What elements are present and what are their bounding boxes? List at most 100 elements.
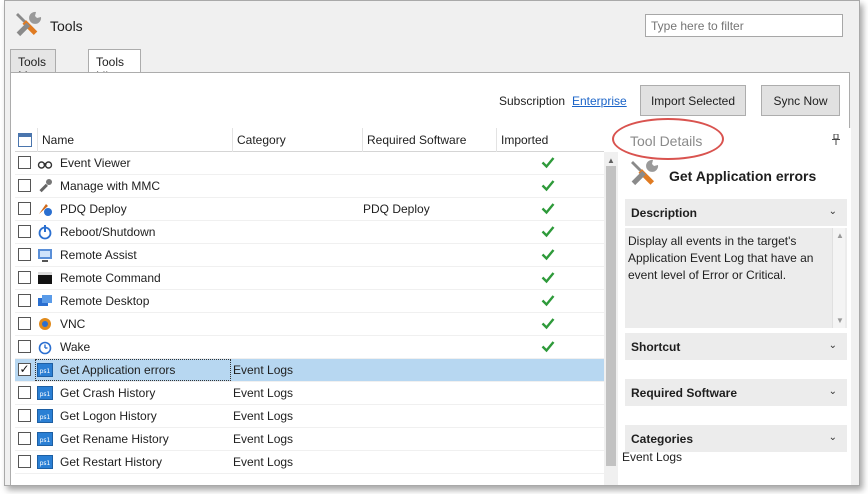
table-row[interactable]: Event Viewer <box>15 152 604 175</box>
vnc-icon <box>37 316 53 332</box>
row-name: Remote Assist <box>60 248 137 262</box>
chevron-down-icon: ⌄ <box>828 340 837 351</box>
tool-wrench-icon <box>631 159 659 186</box>
table-row[interactable]: PDQ Deploy PDQ Deploy <box>15 198 604 221</box>
description-scrollbar[interactable]: ▲ ▼ <box>832 228 845 328</box>
row-name: PDQ Deploy <box>60 202 127 216</box>
shortcut-section-header[interactable]: Shortcut ⌄ <box>625 333 847 360</box>
chevron-down-icon: ⌄ <box>828 432 837 443</box>
row-name: Get Crash History <box>60 386 156 400</box>
tab-tools-library[interactable]: Tools Library <box>88 49 141 83</box>
table-row[interactable]: ps1 Get Logon History Event Logs <box>15 405 604 428</box>
imported-check-icon <box>541 339 555 353</box>
import-selected-button[interactable]: Import Selected <box>640 85 746 116</box>
description-box: Display all events in the target's Appli… <box>625 228 847 328</box>
chevron-down-icon: ⌄ <box>828 386 837 397</box>
row-checkbox[interactable] <box>18 455 31 468</box>
sync-now-button[interactable]: Sync Now <box>761 85 840 116</box>
imported-check-icon <box>541 293 555 307</box>
details-header: Tool Details <box>612 118 851 160</box>
row-checkbox[interactable] <box>18 386 31 399</box>
imported-check-icon <box>541 224 555 238</box>
imported-check-icon <box>541 201 555 215</box>
table-row[interactable]: Reboot/Shutdown <box>15 221 604 244</box>
shortcut-label: Shortcut <box>631 340 681 354</box>
column-header-required-software[interactable]: Required Software <box>363 128 497 152</box>
powershell-icon: ps1 <box>37 431 53 447</box>
grid-scrollbar[interactable]: ▲ <box>604 152 618 485</box>
description-text: Display all events in the target's Appli… <box>628 234 814 282</box>
row-checkbox[interactable]: ✓ <box>18 363 31 376</box>
table-row[interactable]: ps1 Get Restart History Event Logs <box>15 451 604 474</box>
binoculars-icon <box>37 155 53 171</box>
table-row[interactable]: ps1 Get Crash History Event Logs <box>15 382 604 405</box>
filter-input[interactable] <box>645 14 843 37</box>
table-row[interactable]: Remote Assist <box>15 244 604 267</box>
powershell-icon: ps1 <box>37 385 53 401</box>
required-software-label: Required Software <box>631 386 738 400</box>
row-name: Remote Desktop <box>60 294 150 308</box>
title-bar: Tools <box>5 1 859 47</box>
description-section-header[interactable]: Description ⌄ <box>625 199 847 226</box>
row-checkbox[interactable] <box>18 202 31 215</box>
pdq-deploy-icon <box>37 201 53 217</box>
tab-tools-menu[interactable]: Tools Menu <box>10 49 57 83</box>
remote-assist-icon <box>37 247 53 263</box>
column-header-name[interactable]: Name <box>38 128 233 152</box>
table-row[interactable]: ps1 Get Rename History Event Logs <box>15 428 604 451</box>
row-checkbox[interactable] <box>18 432 31 445</box>
row-checkbox[interactable] <box>18 271 31 284</box>
table-row[interactable]: Manage with MMC <box>15 175 604 198</box>
row-name: Manage with MMC <box>60 179 161 193</box>
scrollbar-thumb[interactable] <box>606 166 616 466</box>
tool-details-panel: Tool Details Get Application errors Desc… <box>612 118 851 485</box>
table-row[interactable]: Remote Command <box>15 267 604 290</box>
row-checkbox[interactable] <box>18 317 31 330</box>
grid-rows: Event Viewer Manage with MMC PDQ Deploy PDQ… <box>15 152 604 474</box>
select-all-column[interactable] <box>15 128 38 152</box>
tools-library-panel: Subscription Enterprise Import Selected … <box>10 72 851 485</box>
row-category: Event Logs <box>233 432 294 446</box>
tool-name: Get Application errors <box>669 168 817 184</box>
categories-label: Categories <box>631 432 694 446</box>
scroll-down-icon[interactable]: ▼ <box>836 316 844 325</box>
row-name: VNC <box>60 317 86 331</box>
table-row[interactable]: VNC <box>15 313 604 336</box>
required-software-section-header[interactable]: Required Software ⌄ <box>625 379 847 406</box>
row-checkbox[interactable] <box>18 225 31 238</box>
categories-value: Event Logs <box>622 450 683 464</box>
row-category: Event Logs <box>233 455 294 469</box>
row-category: Event Logs <box>233 409 294 423</box>
row-checkbox[interactable] <box>18 294 31 307</box>
scroll-up-icon[interactable]: ▲ <box>607 156 615 165</box>
svg-text:ps1: ps1 <box>40 368 51 375</box>
row-name: Get Restart History <box>60 455 163 469</box>
pin-icon[interactable] <box>832 134 840 145</box>
column-header-imported[interactable]: Imported <box>497 128 604 152</box>
row-checkbox[interactable] <box>18 409 31 422</box>
select-all-icon <box>18 133 32 147</box>
row-category: Event Logs <box>233 386 294 400</box>
categories-section-header[interactable]: Categories ⌄ <box>625 425 847 452</box>
imported-check-icon <box>541 247 555 261</box>
row-checkbox[interactable] <box>18 156 31 169</box>
table-row[interactable]: Remote Desktop <box>15 290 604 313</box>
subscription-link[interactable]: Enterprise <box>572 94 627 108</box>
row-name: Wake <box>60 340 91 354</box>
row-checkbox[interactable] <box>18 248 31 261</box>
scroll-up-icon[interactable]: ▲ <box>836 231 844 240</box>
svg-text:ps1: ps1 <box>40 460 51 467</box>
svg-text:ps1: ps1 <box>40 391 51 398</box>
powershell-icon: ps1 <box>37 454 53 470</box>
table-row[interactable]: ✓ ps1 Get Application errors Event Logs <box>15 359 604 382</box>
row-checkbox[interactable] <box>18 179 31 192</box>
row-checkbox[interactable] <box>18 340 31 353</box>
column-header-category[interactable]: Category <box>233 128 363 152</box>
row-required-software: PDQ Deploy <box>363 202 430 216</box>
svg-text:ps1: ps1 <box>40 437 51 444</box>
row-name: Get Rename History <box>60 432 169 446</box>
table-row[interactable]: Wake <box>15 336 604 359</box>
powershell-icon: ps1 <box>37 408 53 424</box>
row-category: Event Logs <box>233 363 294 377</box>
row-name: Reboot/Shutdown <box>60 225 156 239</box>
